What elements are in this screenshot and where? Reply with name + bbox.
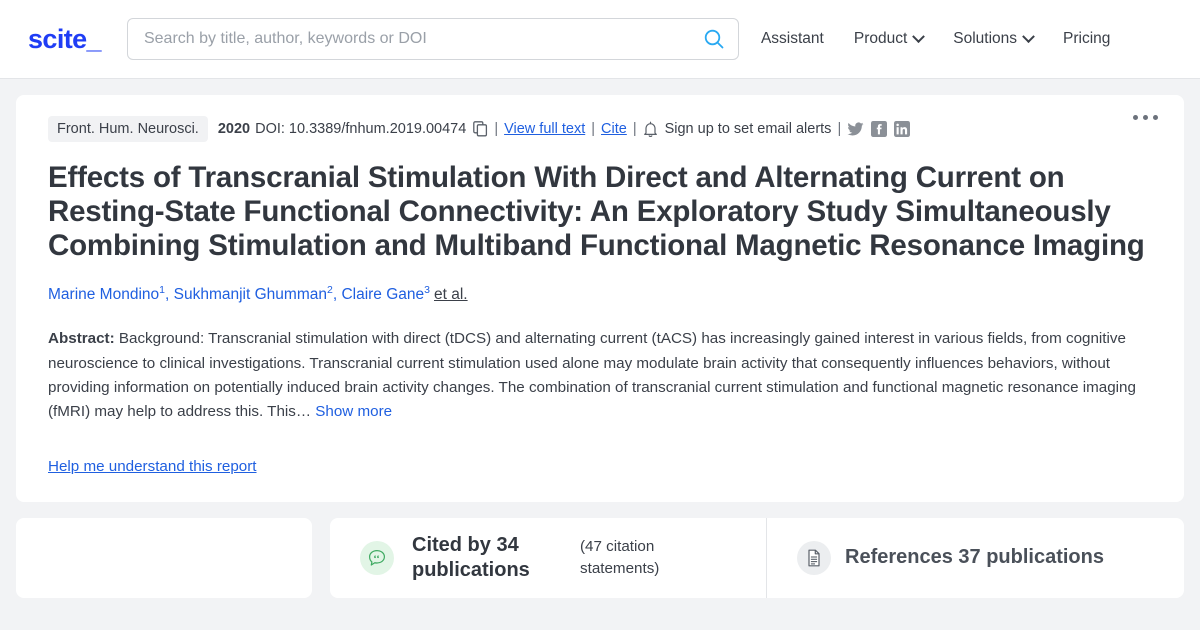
- author-affiliation-marker: 3: [424, 284, 430, 296]
- nav-item-pricing[interactable]: Pricing: [1063, 30, 1110, 48]
- authors-list: Marine Mondino1, Sukhmanjit Ghumman2, Cl…: [48, 284, 1152, 304]
- facebook-icon[interactable]: [871, 121, 888, 137]
- email-alerts-text[interactable]: Sign up to set email alerts: [665, 121, 832, 137]
- cited-by-section[interactable]: Cited by 34 publications (47 citation st…: [330, 518, 766, 598]
- dot: [1143, 115, 1148, 120]
- nav-label: Pricing: [1063, 30, 1111, 47]
- doi-text: DOI: 10.3389/fnhum.2019.00474: [255, 121, 467, 137]
- nav-label: Product: [853, 30, 908, 47]
- separator: |: [591, 121, 596, 137]
- paper-metadata: Front. Hum. Neurosci. 2020 DOI: 10.3389/…: [48, 115, 1152, 143]
- twitter-icon[interactable]: [847, 121, 864, 137]
- stats-row: Cited by 34 publications (47 citation st…: [16, 517, 1184, 598]
- author-comma: ,: [332, 286, 338, 304]
- citation-stats-card: Cited by 34 publications (47 citation st…: [330, 517, 1184, 598]
- side-panel-card: [16, 517, 312, 598]
- author-name: Claire Gane: [341, 286, 425, 304]
- citation-statements-label: (47 citation statements): [580, 537, 660, 577]
- journal-badge[interactable]: Front. Hum. Neurosci.: [48, 116, 208, 142]
- nav-item-assistant[interactable]: Assistant: [761, 30, 824, 48]
- search-icon[interactable]: [696, 22, 732, 56]
- view-full-text-link[interactable]: View full text: [504, 121, 585, 137]
- references-label: References 37 publications: [845, 546, 1104, 569]
- abstract-body: Background: Transcranial stimulation wit…: [48, 330, 1136, 421]
- dot: [1133, 115, 1138, 120]
- dot: [1153, 115, 1158, 120]
- bell-icon[interactable]: [643, 121, 658, 138]
- main-nav: Assistant Product Solutions Pricing: [761, 29, 1110, 48]
- site-header: scite_ Assistant Product Solutions Prici…: [0, 0, 1200, 79]
- citation-bubble-icon: [360, 540, 394, 575]
- search-bar[interactable]: [126, 18, 739, 60]
- separator: |: [837, 121, 842, 137]
- abstract-text: Abstract: Background: Transcranial stimu…: [48, 327, 1152, 425]
- copy-icon[interactable]: [473, 121, 488, 137]
- separator: |: [494, 121, 499, 137]
- et-al-link[interactable]: et al.: [434, 286, 468, 303]
- cited-by-label: Cited by 34 publications: [412, 533, 530, 581]
- nav-item-product[interactable]: Product: [853, 29, 926, 48]
- abstract-label: Abstract:: [48, 330, 115, 348]
- more-options-button[interactable]: [1133, 115, 1158, 120]
- separator: |: [632, 121, 637, 137]
- show-more-link[interactable]: Show more: [315, 403, 392, 420]
- author-link[interactable]: Claire Gane3: [341, 284, 430, 304]
- search-input[interactable]: [143, 30, 696, 48]
- chevron-down-icon: [912, 29, 926, 43]
- author-name: Marine Mondino: [48, 286, 160, 304]
- page-body: Front. Hum. Neurosci. 2020 DOI: 10.3389/…: [0, 79, 1200, 614]
- cite-link[interactable]: Cite: [601, 121, 627, 137]
- chevron-down-icon: [1022, 29, 1035, 43]
- help-understand-link[interactable]: Help me understand this report: [48, 458, 257, 475]
- author-name: Sukhmanjit Ghumman: [173, 286, 327, 304]
- author-link[interactable]: Sukhmanjit Ghumman2: [173, 284, 333, 304]
- publication-year: 2020: [217, 121, 251, 137]
- nav-label: Solutions: [953, 30, 1018, 47]
- author-link[interactable]: Marine Mondino1: [48, 284, 165, 304]
- paper-card: Front. Hum. Neurosci. 2020 DOI: 10.3389/…: [16, 95, 1184, 502]
- scite-logo[interactable]: scite_: [28, 24, 102, 55]
- linkedin-icon[interactable]: [894, 121, 911, 137]
- author-comma: ,: [165, 286, 170, 304]
- nav-item-solutions[interactable]: Solutions: [953, 29, 1035, 48]
- references-section[interactable]: References 37 publications: [766, 517, 1184, 598]
- document-icon: [797, 540, 831, 575]
- page-title: Effects of Transcranial Stimulation With…: [48, 161, 1145, 262]
- nav-label: Assistant: [760, 30, 824, 47]
- social-share-group: [847, 121, 911, 137]
